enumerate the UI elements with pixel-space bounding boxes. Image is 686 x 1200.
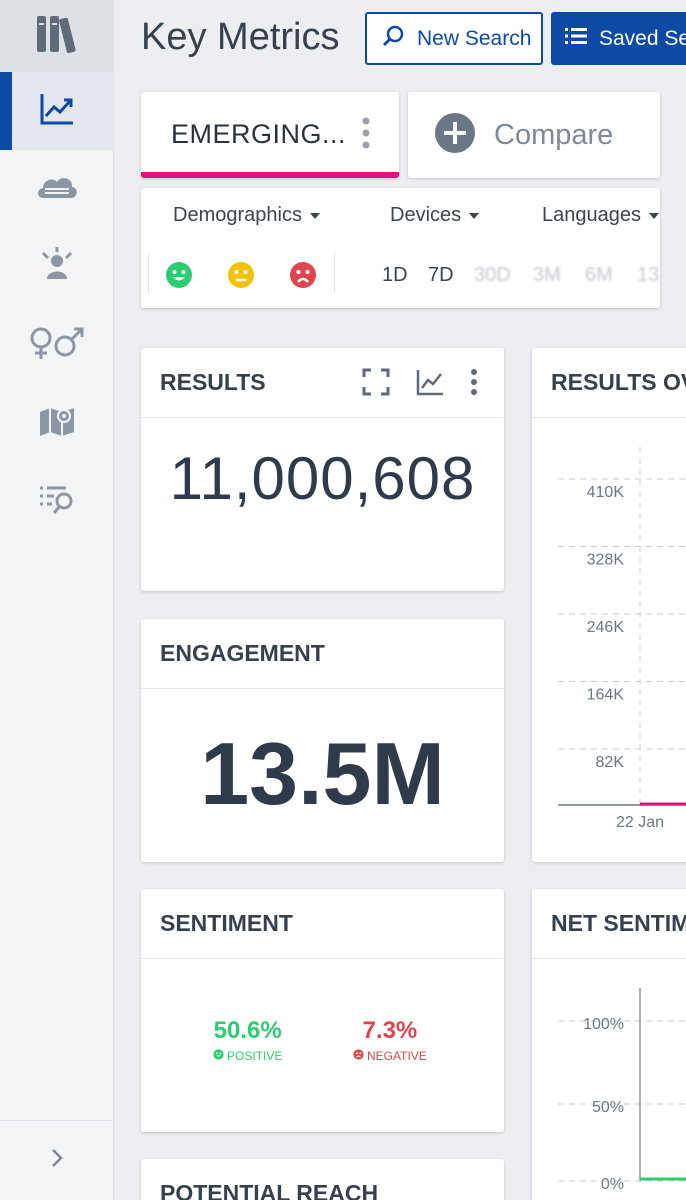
y-tick-label: 246K [587, 619, 625, 636]
sidebar-item-geography[interactable] [0, 384, 113, 462]
saved-searches-label: Saved Searches [599, 26, 686, 50]
results-over-time-card: RESULTS OVER TIME 410K 328K 246K 164K 82K 22 … [532, 348, 686, 862]
results-over-time-chart: 410K 328K 246K 164K 82K 22 Jan [558, 447, 686, 831]
caret-down-icon [648, 212, 659, 219]
sentiment-title: SENTIMENT [160, 910, 293, 936]
devices-dropdown[interactable]: Devices [390, 204, 480, 227]
results-card-tools [362, 368, 478, 402]
negative-face-icon[interactable] [289, 261, 317, 289]
x-tick-label: 22 Jan [616, 814, 664, 831]
languages-label: Languages [542, 204, 641, 226]
page-title: Key Metrics [141, 16, 340, 58]
positive-value: 50.6% [213, 1017, 282, 1044]
sidebar-item-search-list[interactable] [0, 462, 113, 540]
sidebar-item-influencers[interactable] [0, 228, 113, 306]
results-title: RESULTS [160, 369, 266, 395]
compare-tab[interactable]: Compare [408, 92, 660, 178]
gender-icon [29, 326, 85, 365]
demographics-label: Demographics [173, 204, 302, 226]
range-13m[interactable]: 13M [637, 264, 660, 287]
range-3m[interactable]: 3M [533, 264, 561, 287]
y-tick-label: 82K [596, 754, 625, 771]
sidebar-item-library[interactable] [0, 0, 113, 72]
positive-face-icon [213, 1049, 224, 1063]
fullscreen-icon[interactable] [362, 368, 390, 402]
range-30d[interactable]: 30D [474, 264, 511, 287]
caret-down-icon [309, 212, 320, 219]
search-tab-active[interactable]: EMERGING... [141, 92, 399, 178]
potential-reach-header: POTENTIAL REACH [141, 1159, 504, 1200]
y-tick-label: 0% [601, 1176, 624, 1193]
y-tick-label: 410K [587, 484, 625, 501]
range-7d[interactable]: 7D [428, 264, 454, 287]
negative-label: NEGATIVE [367, 1049, 427, 1063]
sentiment-card: SENTIMENT 50.6% POSITIVE 7.3% NEGATIVE [141, 889, 504, 1132]
saved-searches-button[interactable]: Saved Searches [551, 12, 686, 65]
more-vert-icon[interactable] [470, 368, 478, 402]
results-card-header: RESULTS [141, 348, 504, 418]
positive-label: POSITIVE [227, 1049, 283, 1063]
cloud-icon [35, 172, 79, 207]
line-chart-icon[interactable] [416, 368, 444, 402]
add-circle-icon [434, 112, 476, 159]
active-tab-indicator [141, 172, 399, 178]
results-card: RESULTS 11,000,608 [141, 348, 504, 591]
sidebar-item-topics[interactable] [0, 150, 113, 228]
sentiment-card-header: SENTIMENT [141, 889, 504, 959]
net-sentiment-header: NET SENTIMENT [532, 889, 686, 959]
neutral-face-icon[interactable] [227, 261, 255, 289]
sidebar-item-key-metrics[interactable] [0, 72, 113, 150]
results-over-time-title: RESULTS OVER TIME [551, 369, 686, 395]
map-pin-icon [38, 404, 76, 443]
more-vert-icon[interactable] [361, 116, 371, 155]
chevron-right-icon [50, 1147, 64, 1174]
library-books-icon [33, 12, 81, 61]
y-tick-label: 100% [583, 1016, 624, 1033]
net-sentiment-chart: 100% 50% 0% [558, 988, 686, 1193]
results-value: 11,000,608 [169, 445, 476, 512]
range-1d[interactable]: 1D [382, 264, 408, 287]
trending-chart-icon [39, 92, 75, 131]
languages-dropdown[interactable]: Languages [542, 204, 659, 227]
engagement-value: 13.5M [200, 724, 445, 823]
search-icon [381, 24, 405, 54]
potential-reach-title: POTENTIAL REACH [160, 1180, 379, 1200]
net-sentiment-title: NET SENTIMENT [551, 910, 686, 936]
sidebar-expand-button[interactable] [0, 1120, 113, 1200]
sidebar [0, 0, 114, 1200]
devices-label: Devices [390, 204, 462, 226]
negative-sentiment: 7.3% NEGATIVE [353, 1017, 427, 1063]
range-6m[interactable]: 6M [585, 264, 613, 287]
positive-label-row: POSITIVE [213, 1049, 282, 1063]
caret-down-icon [469, 212, 480, 219]
spotlight-person-icon [37, 246, 77, 288]
y-tick-label: 50% [592, 1099, 624, 1116]
new-search-button[interactable]: New Search [365, 12, 543, 65]
divider [334, 253, 335, 293]
net-sentiment-card: NET SENTIMENT 100% 50% 0% [532, 889, 686, 1200]
positive-face-icon[interactable] [165, 261, 193, 289]
negative-label-row: NEGATIVE [353, 1049, 427, 1063]
demographics-dropdown[interactable]: Demographics [173, 204, 320, 227]
y-tick-label: 328K [587, 552, 625, 569]
engagement-title: ENGAGEMENT [160, 640, 325, 666]
negative-value: 7.3% [362, 1017, 418, 1044]
list-icon [565, 27, 587, 51]
new-search-label: New Search [417, 26, 532, 50]
negative-face-icon [353, 1049, 364, 1063]
filter-panel: Demographics Devices Languages 1D 7D 30D… [141, 188, 660, 308]
engagement-card-header: ENGAGEMENT [141, 619, 504, 689]
positive-sentiment: 50.6% POSITIVE [213, 1017, 282, 1063]
potential-reach-card: POTENTIAL REACH [141, 1159, 504, 1200]
compare-label: Compare [494, 118, 614, 151]
sidebar-item-demographics[interactable] [0, 306, 113, 384]
list-search-icon [38, 483, 76, 520]
y-tick-label: 164K [587, 687, 625, 704]
engagement-card: ENGAGEMENT 13.5M [141, 619, 504, 862]
results-over-time-header: RESULTS OVER TIME [532, 348, 686, 418]
search-tab-label: EMERGING... [171, 119, 347, 149]
divider [148, 253, 149, 293]
